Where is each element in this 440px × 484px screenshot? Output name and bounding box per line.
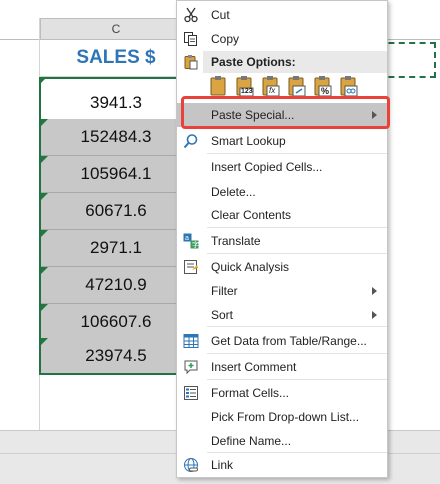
cell-value: 60671.6: [85, 201, 147, 220]
submenu-arrow-icon: [372, 287, 377, 295]
cell-value: 105964.1: [80, 164, 152, 183]
menu-item-label: Translate: [211, 234, 261, 248]
formulas-fx-label: fx: [269, 86, 276, 95]
svg-text:a: a: [185, 235, 189, 242]
context-menu: Cut Copy Paste Options: 123 fx % Paste S…: [176, 0, 388, 478]
menu-item-label: Quick Analysis: [211, 260, 290, 274]
menu-item-define-name[interactable]: Define Name...: [177, 428, 387, 454]
menu-item-get-data[interactable]: Get Data from Table/Range...: [177, 328, 387, 354]
paste-options-label: Paste Options:: [211, 55, 296, 69]
error-indicator-icon: [41, 267, 48, 274]
cell-value: 106607.6: [80, 312, 152, 331]
search-icon: [182, 132, 200, 150]
error-indicator-icon: [41, 304, 48, 311]
menu-item-label: Link: [211, 458, 234, 472]
values-123-label: 123: [241, 88, 253, 95]
menu-item-label: Sort: [211, 308, 234, 322]
menu-item-insert-comment[interactable]: Insert Comment: [177, 354, 387, 380]
menu-item-label: Format Cells...: [211, 386, 290, 400]
menu-item-label: Smart Lookup: [211, 134, 286, 148]
menu-item-label: Get Data from Table/Range...: [211, 334, 367, 348]
percent-label: %: [321, 86, 330, 96]
annotation-highlight-box: [181, 96, 390, 129]
menu-item-copy[interactable]: Copy: [177, 26, 387, 52]
link-icon: [182, 456, 200, 474]
table-icon: [182, 332, 200, 350]
paste-option-icons: 123 fx %: [207, 75, 387, 97]
menu-item-label: Cut: [211, 8, 230, 22]
menu-item-label: Insert Copied Cells...: [211, 160, 323, 174]
menu-item-label: Define Name...: [211, 434, 292, 448]
menu-item-cut[interactable]: Cut: [177, 2, 387, 28]
translate-icon: a字: [182, 232, 200, 250]
menu-item-insert-copied-cells[interactable]: Insert Copied Cells...: [177, 154, 387, 180]
menu-item-pick-from-dropdown[interactable]: Pick From Drop-down List...: [177, 404, 387, 430]
error-indicator-icon: [41, 338, 48, 345]
cell-value: 23974.5: [85, 345, 147, 365]
paste-values-icon[interactable]: 123: [235, 75, 255, 97]
menu-item-smart-lookup[interactable]: Smart Lookup: [177, 128, 387, 154]
clipboard-icon: [182, 53, 200, 71]
paste-formatting-icon[interactable]: %: [313, 75, 333, 97]
data-cell[interactable]: 47210.9: [41, 267, 191, 304]
data-cell[interactable]: 2971.1: [41, 230, 191, 267]
paste-options-header: Paste Options:: [203, 51, 387, 73]
sales-header-cell[interactable]: SALES $: [40, 40, 192, 77]
menu-item-sort[interactable]: Sort: [177, 302, 387, 328]
comment-icon: [182, 358, 200, 376]
row-header-corner: [0, 18, 40, 40]
paste-link-icon[interactable]: [339, 75, 359, 97]
error-indicator-icon: [40, 77, 47, 84]
menu-item-clear-contents[interactable]: Clear Contents: [177, 202, 387, 228]
menu-item-translate[interactable]: a字 Translate: [177, 228, 387, 254]
data-cell[interactable]: 23974.5: [41, 338, 191, 373]
error-indicator-icon: [41, 119, 48, 126]
cell-value: 152484.3: [80, 127, 152, 146]
menu-item-label: Copy: [211, 32, 240, 46]
data-cell[interactable]: 105964.1: [41, 156, 191, 193]
quick-analysis-icon: [182, 258, 200, 276]
menu-item-format-cells[interactable]: Format Cells...: [177, 380, 387, 406]
menu-separator: [207, 326, 387, 327]
scissors-icon: [182, 6, 200, 24]
error-indicator-icon: [41, 230, 48, 237]
menu-item-quick-analysis[interactable]: Quick Analysis: [177, 254, 387, 280]
copy-icon: [182, 30, 200, 48]
svg-text:字: 字: [192, 240, 199, 249]
cell-value: 47210.9: [85, 275, 147, 294]
menu-item-link[interactable]: Link: [177, 452, 387, 478]
paste-transpose-icon[interactable]: [287, 75, 307, 97]
data-cell[interactable]: 3941.3: [40, 77, 191, 122]
menu-item-label: Pick From Drop-down List...: [211, 410, 360, 424]
error-indicator-icon: [41, 156, 48, 163]
column-header-c[interactable]: C: [40, 18, 192, 40]
error-indicator-icon: [41, 193, 48, 200]
data-cell[interactable]: 60671.6: [41, 193, 191, 230]
cell-value: 2971.1: [90, 238, 142, 257]
submenu-arrow-icon: [372, 311, 377, 319]
data-cell[interactable]: 152484.3: [41, 119, 191, 156]
paste-icon[interactable]: [209, 75, 229, 97]
format-cells-icon: [182, 384, 200, 402]
menu-item-label: Filter: [211, 284, 238, 298]
menu-item-label: Insert Comment: [211, 360, 297, 374]
menu-item-filter[interactable]: Filter: [177, 278, 387, 304]
paste-formulas-icon[interactable]: fx: [261, 75, 281, 97]
menu-item-label: Clear Contents: [211, 208, 292, 222]
cell-value: 3941.3: [90, 93, 142, 112]
data-cell[interactable]: 106607.6: [41, 304, 191, 341]
